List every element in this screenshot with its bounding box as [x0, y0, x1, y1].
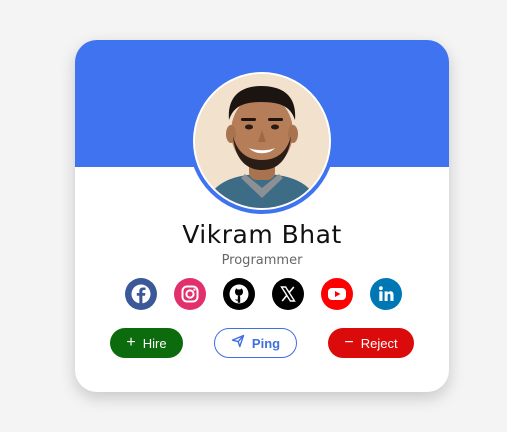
linkedin-icon[interactable] — [370, 278, 402, 310]
send-icon — [231, 334, 245, 352]
social-links — [125, 278, 402, 310]
hire-button[interactable]: + Hire — [110, 328, 183, 358]
profile-card: Vikram Bhat Programmer + Hire Ping − Rej… — [75, 40, 449, 392]
avatar-ring — [189, 68, 335, 214]
github-icon[interactable] — [223, 278, 255, 310]
hire-label: Hire — [142, 335, 167, 351]
ping-label: Ping — [251, 335, 281, 351]
facebook-icon[interactable] — [125, 278, 157, 310]
instagram-icon[interactable] — [174, 278, 206, 310]
minus-icon: − — [344, 334, 354, 351]
avatar — [193, 72, 331, 210]
youtube-icon[interactable] — [321, 278, 353, 310]
reject-button[interactable]: − Reject — [328, 328, 414, 358]
ping-button[interactable]: Ping — [214, 328, 297, 358]
avatar-photo — [195, 74, 329, 208]
reject-label: Reject — [360, 335, 398, 351]
profile-role: Programmer — [221, 253, 303, 268]
x-icon[interactable] — [272, 278, 304, 310]
profile-name: Vikram Bhat — [182, 220, 342, 249]
plus-icon: + — [126, 334, 136, 351]
